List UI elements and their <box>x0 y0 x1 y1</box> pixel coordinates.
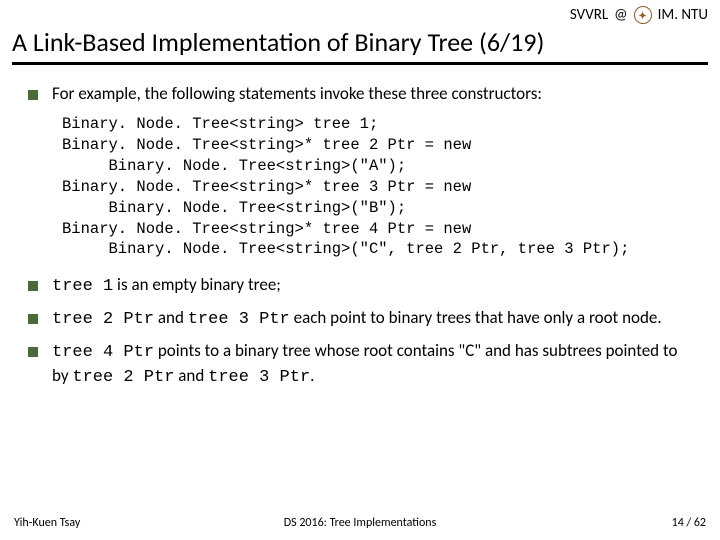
lab-name: SVVRL <box>570 6 608 24</box>
inline-code: tree 3 Ptr <box>208 368 310 387</box>
inline-code: tree 2 Ptr <box>52 310 154 329</box>
bullet-icon <box>28 281 38 291</box>
code-line: Binary. Node. Tree<string>("C", tree 2 P… <box>62 240 629 258</box>
code-line: Binary. Node. Tree<string> tree 1; <box>62 115 378 133</box>
bullet-tree23-text: tree 2 Ptr and tree 3 Ptr each point to … <box>52 307 692 332</box>
inline-code: tree 2 Ptr <box>72 368 174 387</box>
footer-author: Yih-Kuen Tsay <box>14 516 80 530</box>
footer-course: DS 2016: Tree Implementations <box>284 516 437 530</box>
inline-code: tree 3 Ptr <box>188 310 290 329</box>
bullet-tree1: tree 1 is an empty binary tree; <box>28 274 692 299</box>
code-line: Binary. Node. Tree<string>("A"); <box>62 157 406 175</box>
text-span: each point to binary trees that have onl… <box>290 307 662 328</box>
logo-at: @ <box>614 6 627 24</box>
bullet-tree23: tree 2 Ptr and tree 3 Ptr each point to … <box>28 307 692 332</box>
bullet-intro: For example, the following statements in… <box>28 83 692 106</box>
code-block: Binary. Node. Tree<string> tree 1; Binar… <box>62 114 692 260</box>
bullet-tree1-text: tree 1 is an empty binary tree; <box>52 274 692 299</box>
bullet-tree4-text: tree 4 Ptr points to a binary tree whose… <box>52 340 692 390</box>
bullet-icon <box>28 347 38 357</box>
code-line: Binary. Node. Tree<string>* tree 2 Ptr =… <box>62 136 471 154</box>
code-line: Binary. Node. Tree<string>("B"); <box>62 199 406 217</box>
bullet-intro-text: For example, the following statements in… <box>52 83 692 106</box>
code-line: Binary. Node. Tree<string>* tree 3 Ptr =… <box>62 178 471 196</box>
header-area: SVVRL @ ✦ IM. NTU A Link-Based Implement… <box>0 0 720 65</box>
slide-title: A Link-Based Implementation of Binary Tr… <box>12 26 708 58</box>
text-span: and <box>174 365 208 386</box>
bullet-icon <box>28 90 38 100</box>
inline-code: tree 1 <box>52 277 113 296</box>
text-span: is an empty binary tree; <box>113 274 281 295</box>
footer-page: 14 / 62 <box>672 516 706 530</box>
header-top: SVVRL @ ✦ IM. NTU <box>12 6 708 24</box>
code-line: Binary. Node. Tree<string>* tree 4 Ptr =… <box>62 220 471 238</box>
slide: SVVRL @ ✦ IM. NTU A Link-Based Implement… <box>0 0 720 540</box>
footer: Yih-Kuen Tsay DS 2016: Tree Implementati… <box>0 516 720 530</box>
bullet-icon <box>28 314 38 324</box>
text-span: . <box>310 365 314 386</box>
content-area: For example, the following statements in… <box>0 65 720 390</box>
text-span: and <box>154 307 188 328</box>
org-name: IM. NTU <box>658 6 708 24</box>
inline-code: tree 4 Ptr <box>52 343 154 362</box>
bullet-tree4: tree 4 Ptr points to a binary tree whose… <box>28 340 692 390</box>
ntu-logo-icon: ✦ <box>634 6 652 24</box>
